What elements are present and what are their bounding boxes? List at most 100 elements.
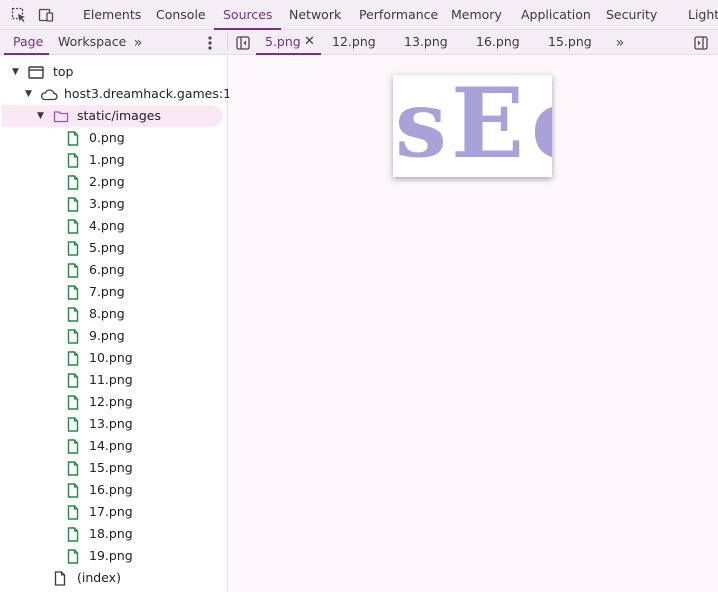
tree-item-file[interactable]: 10.png (0, 347, 228, 369)
tree-item-label: 1.png (89, 152, 125, 167)
sources-toolbar: Page Workspace » 5.png ✕ 12.png 13.png 1… (0, 30, 718, 55)
preview-glyph: E (451, 75, 525, 177)
editor-tab-15-png[interactable]: 15.png (548, 30, 592, 55)
more-options-icon[interactable] (203, 34, 217, 51)
tree-item-file[interactable]: 8.png (0, 303, 228, 325)
tree-item-label: 13.png (89, 416, 133, 431)
tree-item-label: (index) (77, 570, 121, 585)
file-icon (67, 527, 79, 542)
editor-tab-16-png[interactable]: 16.png (476, 30, 520, 55)
tree-item-file[interactable]: 18.png (0, 523, 228, 545)
tree-item-file[interactable]: 12.png (0, 391, 228, 413)
tree-item-file[interactable]: 7.png (0, 281, 228, 303)
close-tab-icon[interactable]: ✕ (304, 30, 315, 55)
tree-item-label: 9.png (89, 328, 125, 343)
tree-item-label: 5.png (89, 240, 125, 255)
file-icon (67, 395, 79, 410)
tree-item-label: 12.png (89, 394, 133, 409)
tree-item-file[interactable]: 19.png (0, 545, 228, 567)
tree-item-file[interactable]: 14.png (0, 435, 228, 457)
expand-arrow-icon[interactable]: ▼ (12, 61, 19, 83)
image-preview-pane: s E c (229, 56, 718, 592)
tab-elements[interactable]: Elements (83, 0, 141, 30)
navigator-tab-page[interactable]: Page (13, 30, 43, 55)
file-navigator-tree: ▼ top ▼ host3.dreamhack.games:1... ▼ sta… (0, 56, 243, 592)
tree-item-index[interactable]: (index) (0, 567, 228, 589)
preview-glyph: c (531, 75, 552, 175)
tab-console[interactable]: Console (156, 0, 206, 30)
file-icon (67, 197, 79, 212)
tree-item-file[interactable]: 13.png (0, 413, 228, 435)
tree-item-file[interactable]: 9.png (0, 325, 228, 347)
tab-security[interactable]: Security (606, 0, 657, 30)
tree-item-file[interactable]: 0.png (0, 127, 228, 149)
tree-item-file[interactable]: 1.png (0, 149, 228, 171)
toolbar-divider (227, 34, 228, 51)
tree-item-label: 10.png (89, 350, 133, 365)
tab-network[interactable]: Network (289, 0, 341, 30)
tree-item-label: 17.png (89, 504, 133, 519)
tree-item-file[interactable]: 6.png (0, 259, 228, 281)
more-tabs-chevron-icon[interactable]: » (129, 34, 147, 51)
tree-item-file[interactable]: 5.png (0, 237, 228, 259)
device-toolbar-icon[interactable] (38, 7, 54, 23)
tree-item-label: 4.png (89, 218, 125, 233)
tree-item-label: top (53, 64, 74, 79)
tab-memory[interactable]: Memory (451, 0, 502, 30)
tab-sources[interactable]: Sources (214, 0, 282, 30)
tree-item-label: 6.png (89, 262, 125, 277)
tree-item-label: 15.png (89, 460, 133, 475)
file-icon (67, 307, 79, 322)
tree-item-label: 7.png (89, 284, 125, 299)
tree-item-label: static/images (77, 108, 161, 123)
tree-item-host[interactable]: ▼ host3.dreamhack.games:1... (0, 83, 243, 105)
tree-item-label: 19.png (89, 548, 133, 563)
tree-item-label: 8.png (89, 306, 125, 321)
file-icon (67, 329, 79, 344)
document-icon (54, 571, 66, 586)
inspect-element-icon[interactable] (11, 7, 27, 23)
tab-performance[interactable]: Performance (359, 0, 438, 30)
active-editor-tab-indicator (256, 53, 321, 55)
tree-item-file[interactable]: 16.png (0, 479, 228, 501)
file-icon (67, 153, 79, 168)
tree-item-label: 16.png (89, 482, 133, 497)
tree-item-file[interactable]: 3.png (0, 193, 228, 215)
editor-tab-13-png[interactable]: 13.png (404, 30, 448, 55)
cloud-icon (40, 89, 58, 101)
more-editor-tabs-chevron-icon[interactable]: » (611, 34, 629, 51)
navigator-tab-workspace[interactable]: Workspace (58, 30, 126, 55)
preview-glyph: s (395, 75, 447, 177)
tab-application[interactable]: Application (521, 0, 591, 30)
tree-item-file[interactable]: 15.png (0, 457, 228, 479)
tree-item-static-images[interactable]: ▼ static/images (2, 105, 223, 127)
file-icon (67, 439, 79, 454)
expand-arrow-icon[interactable]: ▼ (25, 83, 32, 105)
file-icon (67, 373, 79, 388)
file-icon (67, 505, 79, 520)
tree-item-file[interactable]: 17.png (0, 501, 228, 523)
active-tab-indicator (4, 53, 49, 55)
file-icon (67, 285, 79, 300)
devtools-main-tabbar: Elements Console Sources Network Perform… (0, 0, 718, 30)
file-icon (67, 175, 79, 190)
expand-arrow-icon[interactable]: ▼ (37, 105, 44, 127)
tree-item-label: 11.png (89, 372, 133, 387)
folder-icon (53, 111, 69, 123)
editor-tab-12-png[interactable]: 12.png (332, 30, 376, 55)
tree-item-file[interactable]: 11.png (0, 369, 228, 391)
file-icon (67, 549, 79, 564)
tree-item-file[interactable]: 2.png (0, 171, 228, 193)
tree-item-file[interactable]: 4.png (0, 215, 228, 237)
toggle-navigator-icon[interactable] (235, 34, 251, 51)
image-preview: s E c (393, 75, 552, 177)
tree-item-label: 0.png (89, 130, 125, 145)
toggle-debugger-icon[interactable] (693, 34, 709, 51)
file-icon (67, 219, 79, 234)
file-icon (67, 483, 79, 498)
file-icon (67, 241, 79, 256)
tree-item-label: host3.dreamhack.games:1... (64, 86, 243, 101)
tree-item-top[interactable]: ▼ top (0, 61, 228, 83)
editor-tab-5-png[interactable]: 5.png (265, 30, 301, 55)
tab-lighthouse[interactable]: Lighth (688, 0, 718, 30)
